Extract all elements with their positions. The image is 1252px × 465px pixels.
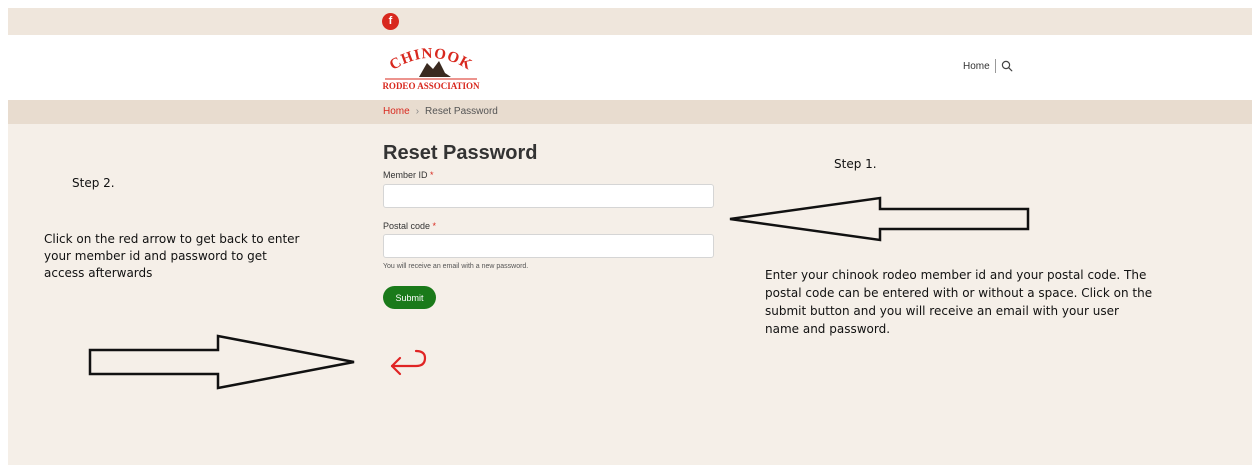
back-arrow-icon[interactable] xyxy=(388,349,428,379)
chinook-rodeo-logo[interactable]: CHINOOK RODEO ASSOCIATION xyxy=(381,43,481,93)
step2-arrow-shape xyxy=(88,334,355,390)
site-header: CHINOOK RODEO ASSOCIATION Home xyxy=(8,35,1252,100)
breadcrumb-current: Reset Password xyxy=(425,106,498,117)
step1-description: Enter your chinook rodeo member id and y… xyxy=(765,268,1153,336)
postal-code-input[interactable] xyxy=(383,234,714,258)
breadcrumb-bar: Home › Reset Password xyxy=(8,100,1252,124)
main-content: Reset Password Member ID * Postal code *… xyxy=(8,124,1252,465)
nav-divider xyxy=(994,59,996,73)
nav-home-link[interactable]: Home xyxy=(963,61,990,72)
top-social-bar: f xyxy=(8,8,1252,35)
svg-text:RODEO ASSOCIATION: RODEO ASSOCIATION xyxy=(382,81,480,91)
postal-code-label: Postal code * xyxy=(383,221,437,231)
main-nav: Home xyxy=(963,59,1013,73)
chevron-right-icon: › xyxy=(415,106,420,117)
form-hint: You will receive an email with a new pas… xyxy=(383,263,529,270)
member-id-label: Member ID * xyxy=(383,170,434,180)
submit-button[interactable]: Submit xyxy=(383,286,436,309)
step2-description: Click on the red arrow to get back to en… xyxy=(44,232,300,280)
facebook-icon[interactable]: f xyxy=(382,13,399,30)
breadcrumb-home-link[interactable]: Home xyxy=(383,106,410,117)
step1-title: Step 1. xyxy=(834,157,877,171)
search-icon[interactable] xyxy=(1001,60,1013,72)
step2-title: Step 2. xyxy=(72,176,115,190)
step1-arrow-shape xyxy=(729,196,1030,242)
page-title: Reset Password xyxy=(383,142,538,164)
member-id-input[interactable] xyxy=(383,184,714,208)
breadcrumb: Home › Reset Password xyxy=(383,106,498,117)
